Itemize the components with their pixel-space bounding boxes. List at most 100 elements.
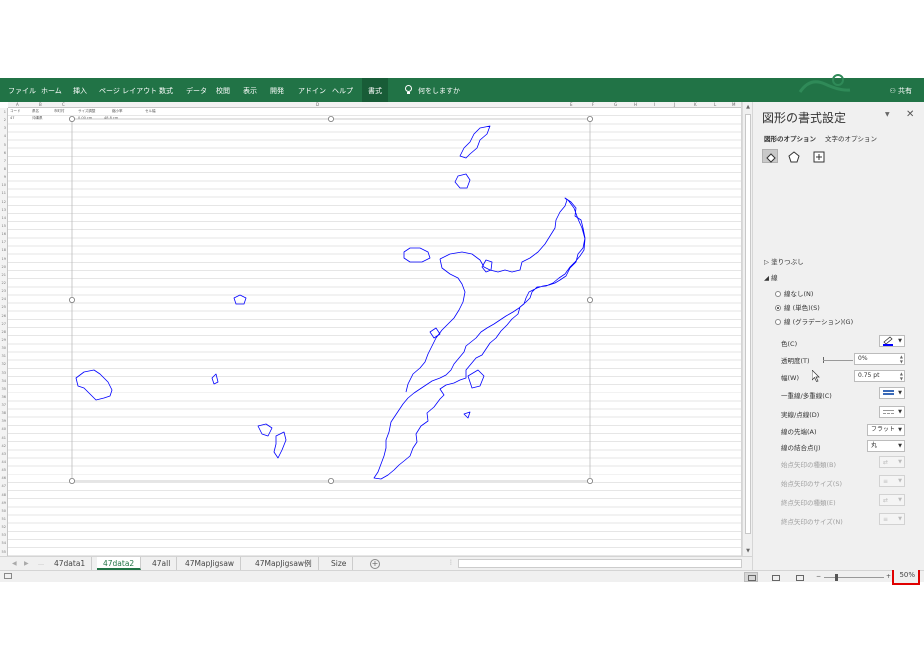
chevron-down-icon: ▼ [898, 390, 902, 396]
sheet-tab-47data2[interactable]: 47data2 [97, 557, 142, 570]
chevron-down-icon: ▼ [898, 409, 902, 415]
tab-page-layout[interactable]: ページ レイアウト [99, 78, 157, 102]
tab-data[interactable]: データ [186, 78, 207, 102]
tab-file[interactable]: ファイル [8, 78, 36, 102]
page-break-view-button[interactable] [792, 572, 806, 582]
macro-record-icon[interactable] [4, 573, 12, 579]
tab-insert[interactable]: 挿入 [73, 78, 87, 102]
spinner-icon[interactable]: ▲ ▼ [900, 371, 903, 381]
tsuken-island [467, 369, 485, 389]
scroll-down-arrow-icon[interactable]: ▼ [744, 547, 752, 555]
fill-section-header[interactable]: ▷ 塗りつぶし [764, 256, 804, 266]
fill-line-tab[interactable] [762, 149, 778, 163]
ie-island [403, 247, 431, 263]
tab-formulas[interactable]: 数式 [159, 78, 173, 102]
radio-label: 線 (グラデーション)(G) [784, 318, 854, 326]
tab-home[interactable]: ホーム [41, 78, 62, 102]
chevron-down-icon: ▼ [898, 443, 902, 449]
end-arrow-type-dropdown[interactable]: ⇄ ▼ [879, 494, 905, 506]
sheet-tab-47data1[interactable]: 47data1 [48, 557, 93, 570]
cap-type-label: 線の先端(A) [781, 428, 817, 436]
sheet-tab-47mapjigsaw[interactable]: 47MapJigsaw [179, 557, 242, 570]
size-properties-icon [813, 151, 825, 163]
dash-line-icon [883, 410, 894, 414]
begin-arrow-size-label: 始点矢印のサイズ(S) [781, 480, 843, 488]
end-arrow-size-label: 終点矢印のサイズ(N) [781, 518, 843, 526]
pane-title: 図形の書式設定 [762, 111, 847, 125]
size-properties-tab[interactable] [811, 149, 827, 163]
spinner-icon[interactable]: ▲ ▼ [900, 354, 903, 364]
scroll-up-arrow-icon[interactable]: ▲ [744, 103, 752, 111]
arrow-size-icon: ≡ [883, 478, 889, 485]
join-type-dropdown[interactable]: 丸 ▼ [867, 440, 905, 452]
add-sheet-icon[interactable]: + [370, 559, 380, 569]
begin-arrow-size-dropdown[interactable]: ≡ ▼ [879, 475, 905, 487]
radio-solid-line[interactable]: 線 (単色)(S) [775, 302, 820, 312]
page-layout-view-button[interactable] [768, 572, 782, 582]
line-section-header[interactable]: ◢ 線 [764, 272, 778, 282]
tab-scroll-right-icon[interactable]: ▶ [24, 560, 29, 567]
zoom-slider-thumb[interactable] [835, 574, 838, 581]
vertical-scrollbar[interactable]: ▲ ▼ [742, 102, 752, 556]
cap-type-dropdown[interactable]: フラット ▼ [867, 424, 905, 436]
join-type-label: 線の結合点(J) [781, 444, 821, 452]
transparency-input[interactable]: 0% ▲ ▼ [854, 353, 905, 365]
radio-no-line[interactable]: 線なし(N) [775, 288, 813, 298]
format-shape-pane: 図形の書式設定 ▼ ✕ 図形のオプション 文字のオプション ▷ 塗りつぶし ◢ … [752, 102, 924, 570]
motobu-peninsula [439, 197, 568, 273]
chevron-down-icon: ▼ [898, 427, 902, 433]
tab-format[interactable]: 書式 [362, 78, 388, 102]
selection-handles[interactable] [69, 115, 594, 484]
width-input[interactable]: 0.75 pt ▲ ▼ [854, 370, 905, 382]
share-label: 共有 [898, 87, 912, 95]
tab-scroll-left-icon[interactable]: ◀ [12, 560, 17, 567]
end-arrow-size-dropdown[interactable]: ≡ ▼ [879, 513, 905, 525]
okinawa-map-shape[interactable] [0, 102, 742, 556]
sheet-tab-size[interactable]: Size [325, 557, 354, 570]
sheet-tab-47mapjigsaw-example[interactable]: 47MapJigsaw例 [249, 557, 319, 570]
sheet-tab-47all[interactable]: 47all [146, 557, 178, 570]
radio-label: 線 (単色)(S) [784, 304, 820, 312]
izena-island [454, 173, 471, 189]
begin-arrow-type-dropdown[interactable]: ⇄ ▼ [879, 456, 905, 468]
split-handle-icon[interactable]: ⋮ [448, 559, 454, 566]
share-button[interactable]: ⚇ 共有 [889, 78, 912, 104]
close-icon[interactable]: ✕ [906, 109, 914, 120]
begin-arrow-type-label: 始点矢印の種類(B) [781, 461, 837, 469]
zoom-out-button[interactable]: − [816, 571, 821, 583]
vertical-scroll-thumb[interactable] [745, 114, 751, 534]
dash-type-dropdown[interactable]: ▼ [879, 406, 905, 418]
line-color-picker[interactable]: ▼ [879, 335, 905, 347]
dash-type-label: 実線/点線(D) [781, 411, 820, 419]
tab-developer[interactable]: 開発 [270, 78, 284, 102]
tab-shape-options[interactable]: 図形のオプション [764, 133, 816, 143]
tab-text-options[interactable]: 文字のオプション [825, 133, 877, 143]
excel-window: ファイル ホーム 挿入 ページ レイアウト 数式 データ 校閲 表示 開発 アド… [0, 74, 924, 585]
end-arrow-type-label: 終点矢印の種類(E) [781, 499, 836, 507]
transparency-slider[interactable] [823, 360, 853, 361]
grid-view-icon [748, 575, 756, 581]
tab-help[interactable]: ヘルプ [332, 78, 353, 102]
ribbon-tab-bar: ファイル ホーム 挿入 ページ レイアウト 数式 データ 校閲 表示 開発 アド… [0, 74, 924, 104]
tab-overflow-icon[interactable]: … [38, 560, 44, 567]
worksheet[interactable]: A B C D E F G H I J K L M 1 2 3 4 5 6 7 8 9 10 11 1… [0, 102, 742, 556]
radio-gradient-line[interactable]: 線 (グラデーション)(G) [775, 316, 853, 326]
effects-tab[interactable] [786, 149, 802, 163]
tell-me-box[interactable]: 何をしますか [418, 78, 460, 102]
tab-addins[interactable]: アドイン [298, 78, 326, 102]
width-label: 幅(W) [781, 374, 799, 382]
island-outlines [75, 125, 586, 480]
normal-view-button[interactable] [744, 572, 758, 582]
radio-circle [775, 319, 781, 325]
arrow-type-icon: ⇄ [883, 459, 889, 466]
zoom-in-button[interactable]: + [886, 571, 891, 583]
fill-section-label: 塗りつぶし [771, 258, 804, 266]
tab-view[interactable]: 表示 [243, 78, 257, 102]
pentagon-icon [788, 151, 800, 163]
compound-type-dropdown[interactable]: ▼ [879, 387, 905, 399]
pane-options-chevron-icon[interactable]: ▼ [885, 111, 890, 118]
horizontal-scrollbar[interactable] [458, 559, 742, 568]
tab-review[interactable]: 校閲 [216, 78, 230, 102]
ribbon-decoration [798, 74, 851, 93]
zoom-slider[interactable] [824, 577, 884, 578]
